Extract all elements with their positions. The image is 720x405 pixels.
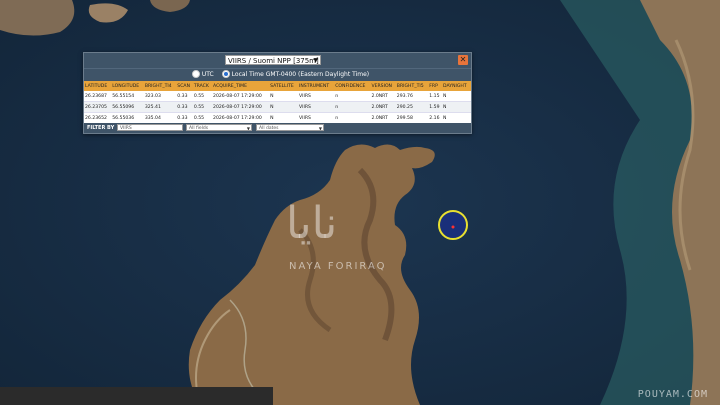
column-header[interactable]: SCAN bbox=[176, 81, 193, 91]
table-cell: 0.55 bbox=[192, 112, 213, 124]
column-header[interactable]: BRIGHT_TI4 bbox=[143, 81, 177, 91]
column-header[interactable]: ACQUIRE_TIME bbox=[212, 81, 270, 91]
filter-date-select[interactable]: All dates ▼ bbox=[256, 124, 324, 131]
table-cell: VIIRS bbox=[298, 101, 335, 113]
table-cell: 26.23652 bbox=[84, 112, 112, 124]
chevron-down-icon: ▼ bbox=[313, 57, 318, 64]
column-header[interactable]: LATITUDE bbox=[84, 81, 112, 91]
table-cell: 0.33 bbox=[176, 91, 193, 102]
layer-select[interactable]: VIIRS / Suomi NPP [375m] ▼ bbox=[225, 55, 321, 65]
column-header[interactable]: FRP bbox=[428, 81, 443, 91]
chevron-down-icon: ▼ bbox=[318, 126, 322, 131]
table-cell: 299.58 bbox=[395, 112, 429, 124]
popup-header: VIIRS / Suomi NPP [375m] ▼ ✕ bbox=[84, 53, 471, 68]
table-cell: N bbox=[442, 101, 471, 113]
table-cell: 293.76 bbox=[395, 91, 429, 102]
fire-data-popup: VIIRS / Suomi NPP [375m] ▼ ✕ UTC Local T… bbox=[83, 52, 472, 134]
filter-input[interactable]: VIIRS bbox=[117, 124, 183, 131]
column-header[interactable]: DAYNIGHT bbox=[442, 81, 471, 91]
table-cell: 335.04 bbox=[143, 112, 177, 124]
table-cell: n bbox=[334, 101, 371, 113]
filter-input-placeholder: VIIRS bbox=[120, 126, 132, 131]
watermark-text: NAYA FORIRAQ bbox=[289, 261, 387, 272]
fire-data-table: LATITUDE LONGITUDE BRIGHT_TI4 SCAN TRACK ACQU… bbox=[84, 81, 471, 124]
table-cell: 2.0NRT bbox=[370, 112, 396, 124]
column-header[interactable]: VERSION bbox=[370, 81, 396, 91]
column-header[interactable]: BRIGHT_TI5 bbox=[395, 81, 429, 91]
column-header[interactable]: CONFIDENCE bbox=[334, 81, 371, 91]
watermark-logo: نایا bbox=[286, 198, 338, 249]
table-cell: 56.55154 bbox=[111, 91, 144, 102]
table-cell: 323.03 bbox=[143, 91, 177, 102]
table-cell: n bbox=[334, 91, 371, 102]
filter-bar: FILTER BY VIIRS All fields ▼ All dates ▼ bbox=[84, 123, 471, 133]
filter-date-value: All dates bbox=[259, 126, 279, 131]
table-row[interactable]: 26.23652 56.55036 335.04 0.33 0.55 2026-08-07… bbox=[84, 112, 471, 124]
table-row[interactable]: 26.23687 56.55154 323.03 0.33 0.55 2026-08-07… bbox=[84, 91, 471, 102]
bottom-status-bar bbox=[0, 387, 273, 405]
timezone-toggle: UTC Local Time GMT-0400 (Eastern Dayligh… bbox=[84, 68, 471, 81]
table-cell: 26.23687 bbox=[84, 91, 112, 102]
table-cell: 0.33 bbox=[176, 112, 193, 124]
chevron-down-icon: ▼ bbox=[246, 126, 250, 131]
filter-label: FILTER BY bbox=[87, 125, 115, 131]
table-header-row: LATITUDE LONGITUDE BRIGHT_TI4 SCAN TRACK ACQU… bbox=[84, 81, 471, 91]
filter-field-select[interactable]: All fields ▼ bbox=[186, 124, 252, 131]
column-header[interactable]: INSTRUMENT bbox=[298, 81, 335, 91]
table-cell: 26.23705 bbox=[84, 101, 112, 113]
table-cell: 0.55 bbox=[192, 91, 213, 102]
column-header[interactable]: SATELLITE bbox=[269, 81, 298, 91]
table-cell: 2026-08-07 17:29:00 bbox=[212, 112, 270, 124]
table-cell: 2026-08-07 17:29:00 bbox=[212, 91, 270, 102]
utc-radio[interactable] bbox=[191, 70, 200, 78]
local-time-label: Local Time GMT-0400 (Eastern Daylight Ti… bbox=[231, 71, 370, 78]
table-cell: 325.41 bbox=[143, 101, 177, 113]
table-cell: 2026-08-07 17:29:00 bbox=[212, 101, 270, 113]
table-cell: 2.0NRT bbox=[370, 91, 396, 102]
table-cell: 2.16 bbox=[428, 112, 443, 124]
table-cell: N bbox=[269, 112, 298, 124]
table-cell: N bbox=[442, 112, 471, 124]
table-cell: N bbox=[269, 101, 298, 113]
column-header[interactable]: TRACK bbox=[192, 81, 213, 91]
corner-watermark: POUYAM.COM bbox=[637, 389, 708, 400]
table-cell: 1.59 bbox=[428, 101, 443, 113]
table-cell: 56.55096 bbox=[111, 101, 144, 113]
table-cell: 0.55 bbox=[192, 101, 213, 113]
table-cell: VIIRS bbox=[298, 91, 335, 102]
close-button[interactable]: ✕ bbox=[458, 55, 468, 65]
table-cell: 290.25 bbox=[395, 101, 429, 113]
table-cell: n bbox=[334, 112, 371, 124]
table-cell: 56.55036 bbox=[111, 112, 144, 124]
table-cell: 0.33 bbox=[176, 101, 193, 113]
table-cell: N bbox=[269, 91, 298, 102]
filter-field-value: All fields bbox=[189, 126, 209, 131]
table-cell: 2.0NRT bbox=[370, 101, 396, 113]
table-cell: N bbox=[442, 91, 471, 102]
table-cell: VIIRS bbox=[298, 112, 335, 124]
table-cell: 1.15 bbox=[428, 91, 443, 102]
layer-select-value: VIIRS / Suomi NPP [375m] bbox=[228, 57, 319, 65]
fire-detection-marker[interactable] bbox=[438, 210, 468, 240]
utc-label: UTC bbox=[201, 71, 214, 78]
table-row[interactable]: 26.23705 56.55096 325.41 0.33 0.55 2026-08-07… bbox=[84, 101, 471, 113]
column-header[interactable]: LONGITUDE bbox=[111, 81, 144, 91]
local-time-radio[interactable] bbox=[221, 70, 230, 78]
